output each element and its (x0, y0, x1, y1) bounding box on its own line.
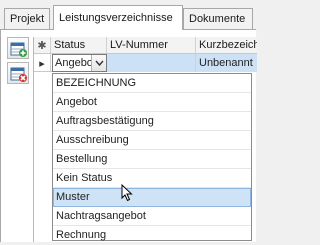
dropdown-option-auftragsbestaetigung[interactable]: Auftragsbestätigung (53, 112, 251, 131)
delete-row-icon (10, 67, 27, 82)
tab-leistungsverzeichnisse[interactable]: Leistungsverzeichnisse (53, 5, 183, 30)
column-header-kurzbezeichnung[interactable]: Kurzbezeichnung (196, 37, 257, 54)
delete-row-button[interactable] (7, 62, 29, 84)
dropdown-option-kein-status[interactable]: Kein Status (53, 169, 251, 188)
new-row-marker: ✱ (34, 37, 51, 54)
status-dropdown-list: BEZEICHNUNG Angebot Auftragsbestätigung … (52, 73, 252, 241)
dropdown-option-muster[interactable]: Muster (53, 188, 251, 207)
status-select[interactable]: Angebot (52, 54, 107, 72)
dropdown-option-ausschreibung[interactable]: Ausschreibung (53, 131, 251, 150)
tab-label: Dokumente (189, 13, 246, 25)
dropdown-option-angebot[interactable]: Angebot (53, 93, 251, 112)
dropdown-option-bestellung[interactable]: Bestellung (53, 150, 251, 169)
column-header-lv-nummer[interactable]: LV-Nummer (107, 37, 196, 54)
grid-header: ✱ Status LV-Nummer Kurzbezeichnung (34, 37, 257, 54)
add-row-button[interactable] (7, 37, 29, 59)
row-indicator-icon: ▸ (34, 54, 51, 72)
tab-projekt[interactable]: Projekt (4, 8, 50, 30)
dropdown-option-nachtragsangebot[interactable]: Nachtragsangebot (53, 207, 251, 226)
tab-label: Projekt (10, 13, 45, 25)
status-select-value: Angebot (55, 57, 92, 69)
chevron-down-icon (95, 60, 104, 67)
dropdown-header: BEZEICHNUNG (53, 74, 251, 93)
column-header-status[interactable]: Status (51, 37, 107, 54)
tab-label: Leistungsverzeichnisse (59, 12, 173, 24)
add-row-icon (10, 42, 27, 57)
kurzbezeichnung-cell[interactable]: Unbenannt (196, 54, 257, 72)
tab-strip: Projekt Leistungsverzeichnisse Dokumente (0, 0, 256, 30)
tab-dokumente[interactable]: Dokumente (183, 8, 253, 30)
table-row[interactable]: ▸ Angebot Unbenannt (34, 54, 257, 72)
mouse-cursor-icon (121, 184, 133, 202)
lv-nummer-cell[interactable] (107, 54, 196, 72)
dropdown-option-rechnung[interactable]: Rechnung (53, 226, 251, 245)
dropdown-button[interactable] (91, 55, 106, 71)
